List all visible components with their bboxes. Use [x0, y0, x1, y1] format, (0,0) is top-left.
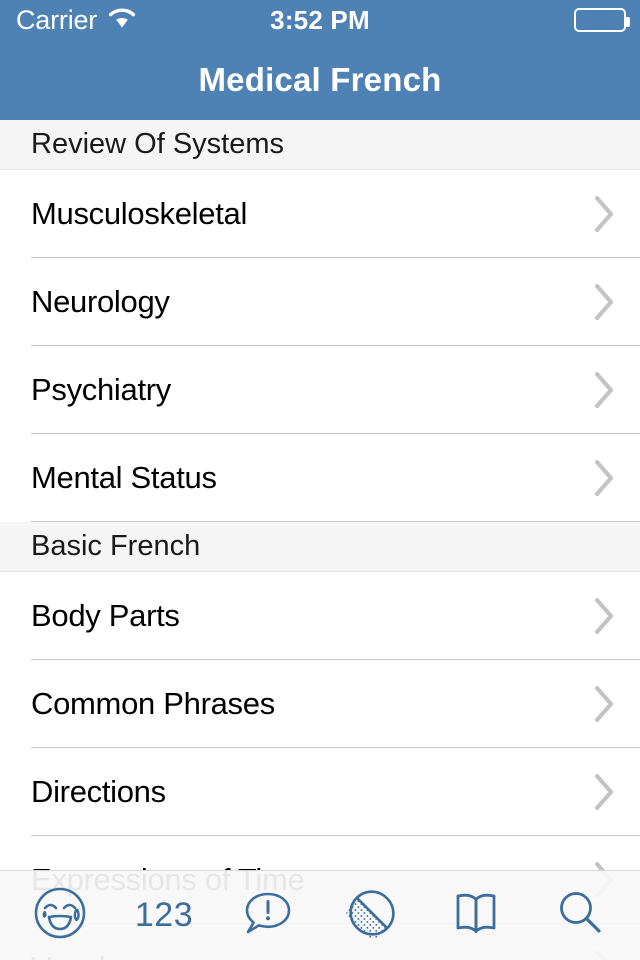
status-bar-left: Carrier: [16, 5, 137, 36]
table-row[interactable]: Body Parts: [0, 572, 640, 660]
carrier-label: Carrier: [16, 4, 98, 35]
wifi-icon: [107, 6, 137, 34]
disclosure-indicator: [594, 459, 616, 497]
disclosure-indicator: [594, 283, 616, 321]
table-row[interactable]: Common Phrases: [0, 660, 640, 748]
table-row[interactable]: Mental Status: [0, 434, 640, 522]
status-bar: Carrier 3:52 PM: [0, 0, 640, 40]
reference-tab[interactable]: [424, 871, 528, 960]
chevron-right-icon: [595, 774, 613, 810]
table-row[interactable]: Directions: [0, 748, 640, 836]
speech-bubble-alert-icon: [240, 885, 296, 946]
search-icon: [552, 885, 608, 946]
chevron-right-icon: [595, 598, 613, 634]
disclosure-indicator: [594, 195, 616, 233]
pill-capsule-icon: [344, 885, 400, 946]
section-header: Basic French: [0, 522, 640, 572]
table-row[interactable]: Musculoskeletal: [0, 170, 640, 258]
row-label: Neurology: [31, 284, 170, 319]
row-label: Mental Status: [31, 460, 217, 495]
open-book-icon: [448, 885, 504, 946]
status-time: 3:52 PM: [270, 4, 370, 35]
chevron-right-icon: [595, 284, 613, 320]
disclosure-indicator: [594, 773, 616, 811]
disclosure-indicator: [594, 597, 616, 635]
numbers-tab[interactable]: 123: [112, 871, 216, 960]
chevron-right-icon: [595, 196, 613, 232]
page-title: Medical French: [198, 61, 442, 98]
row-label: Directions: [31, 774, 166, 809]
navigation-bar: Carrier 3:52 PM Medical French: [0, 0, 640, 120]
numbers-icon: 123: [134, 896, 194, 934]
symptoms-tab[interactable]: [8, 871, 112, 960]
row-label: Body Parts: [31, 598, 180, 633]
app-root: Carrier 3:52 PM Medical French Review Of…: [0, 0, 640, 960]
disclosure-indicator: [594, 685, 616, 723]
table-row[interactable]: Psychiatry: [0, 346, 640, 434]
crying-face-icon: [32, 885, 88, 946]
row-label: Psychiatry: [31, 372, 171, 407]
chevron-right-icon: [595, 372, 613, 408]
table-row[interactable]: Neurology: [0, 258, 640, 346]
medications-tab[interactable]: [320, 871, 424, 960]
table-view[interactable]: Review Of Systems Musculoskeletal Neurolog…: [0, 120, 640, 960]
phrases-tab[interactable]: [216, 871, 320, 960]
chevron-right-icon: [595, 460, 613, 496]
status-bar-right: [574, 0, 630, 40]
bottom-toolbar: 123: [0, 870, 640, 960]
row-label: Musculoskeletal: [31, 196, 248, 231]
battery-icon: [574, 8, 630, 32]
disclosure-indicator: [594, 371, 616, 409]
row-label: Common Phrases: [31, 686, 275, 721]
chevron-right-icon: [595, 686, 613, 722]
section-header: Review Of Systems: [0, 120, 640, 170]
search-tab[interactable]: [528, 871, 632, 960]
row-separator: [31, 521, 640, 522]
